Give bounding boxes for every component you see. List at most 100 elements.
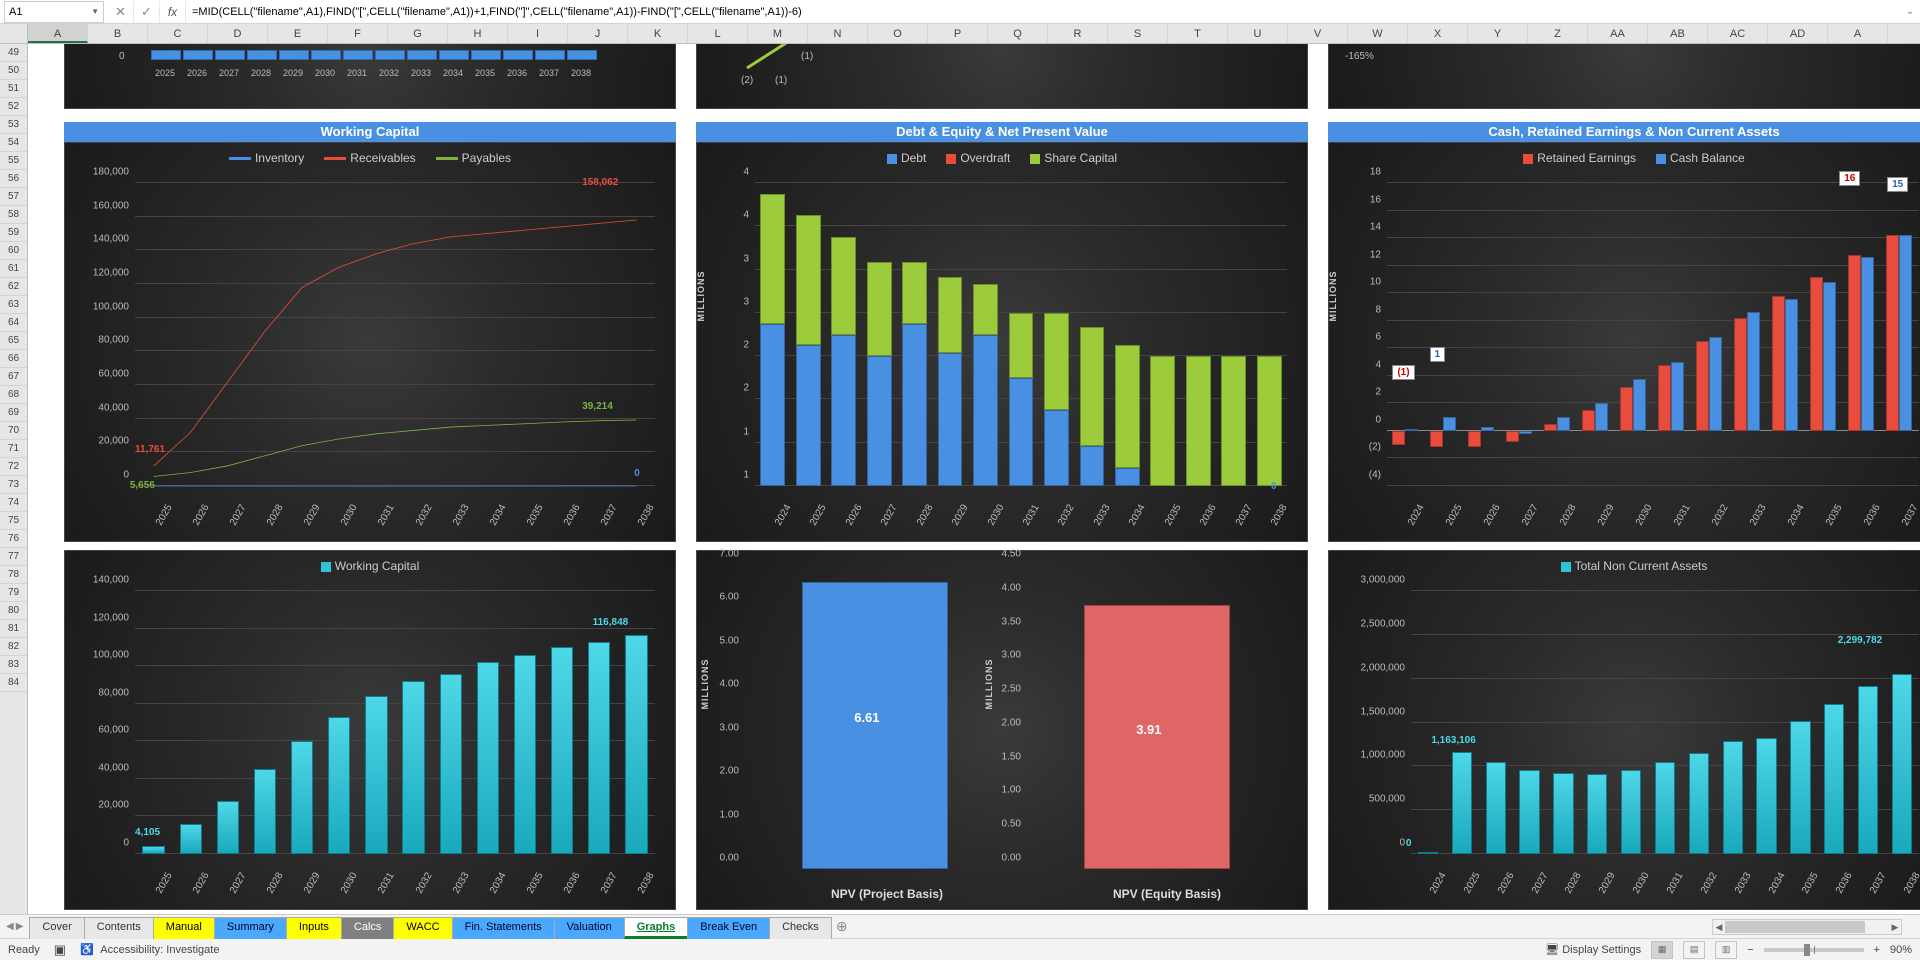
sheet-tab[interactable]: Graphs (624, 917, 689, 939)
row-header[interactable]: 77 (0, 548, 27, 566)
chart-fragment[interactable]: (2)(1)(1) (696, 44, 1308, 109)
column-header[interactable]: F (328, 24, 388, 43)
column-header[interactable]: T (1168, 24, 1228, 43)
column-header[interactable]: J (568, 24, 628, 43)
row-header[interactable]: 57 (0, 188, 27, 206)
zoom-in-button[interactable]: + (1874, 944, 1880, 956)
cancel-formula-button[interactable]: ✕ (108, 1, 134, 23)
column-header[interactable]: C (148, 24, 208, 43)
accept-formula-button[interactable]: ✓ (134, 1, 160, 23)
display-settings-button[interactable]: 🖥 Display Settings (1545, 943, 1641, 956)
normal-view-button[interactable]: ▦ (1651, 941, 1673, 959)
accessibility-status[interactable]: ♿ Accessibility: Investigate (80, 943, 219, 956)
column-header[interactable]: AD (1768, 24, 1828, 43)
scroll-left-icon[interactable]: ◀ (1713, 920, 1725, 934)
scroll-right-icon[interactable]: ▶ (1889, 920, 1901, 934)
column-header[interactable]: I (508, 24, 568, 43)
row-header[interactable]: 74 (0, 494, 27, 512)
column-header[interactable]: S (1108, 24, 1168, 43)
column-header[interactable]: G (388, 24, 448, 43)
row-header[interactable]: 53 (0, 116, 27, 134)
row-header[interactable]: 82 (0, 638, 27, 656)
sheet-tab[interactable]: Cover (29, 917, 84, 939)
zoom-level[interactable]: 90% (1890, 944, 1912, 956)
column-header[interactable]: R (1048, 24, 1108, 43)
row-header[interactable]: 80 (0, 602, 27, 620)
sheet-tab[interactable]: Fin. Statements (452, 917, 555, 939)
chart-panel[interactable]: Working Capital020,00040,00060,00080,000… (64, 550, 676, 910)
sheet-tab[interactable]: Inputs (286, 917, 342, 939)
row-header[interactable]: 51 (0, 80, 27, 98)
column-header[interactable]: A (1828, 24, 1888, 43)
row-header[interactable]: 61 (0, 260, 27, 278)
column-header[interactable]: M (748, 24, 808, 43)
scrollbar-thumb[interactable] (1725, 921, 1865, 933)
row-header[interactable]: 54 (0, 134, 27, 152)
chart-panel[interactable]: Total Non Current Assets0500,0001,000,00… (1328, 550, 1920, 910)
row-header[interactable]: 83 (0, 656, 27, 674)
insert-function-button[interactable]: fx (160, 1, 186, 23)
row-header[interactable]: 73 (0, 476, 27, 494)
column-header[interactable]: D (208, 24, 268, 43)
row-header[interactable]: 49 (0, 44, 27, 62)
row-header[interactable]: 63 (0, 296, 27, 314)
column-header[interactable]: AB (1648, 24, 1708, 43)
sheet-tab[interactable]: Valuation (554, 917, 625, 939)
tab-scroll-left-icon[interactable]: ◀ (6, 921, 14, 932)
column-header[interactable]: U (1228, 24, 1288, 43)
row-header[interactable]: 71 (0, 440, 27, 458)
column-header[interactable]: A (28, 24, 88, 43)
row-header[interactable]: 52 (0, 98, 27, 116)
page-break-view-button[interactable]: ▥ (1715, 941, 1737, 959)
column-header[interactable]: K (628, 24, 688, 43)
row-header[interactable]: 72 (0, 458, 27, 476)
row-header[interactable]: 56 (0, 170, 27, 188)
zoom-slider[interactable] (1764, 948, 1864, 952)
row-header[interactable]: 55 (0, 152, 27, 170)
chart-panel[interactable]: 0.001.002.003.004.005.006.007.006.61NPV … (696, 550, 1308, 910)
page-layout-view-button[interactable]: ▤ (1683, 941, 1705, 959)
horizontal-scrollbar[interactable]: ◀ ▶ (1712, 919, 1902, 935)
sheet-tab[interactable]: Break Even (687, 917, 770, 939)
column-header[interactable]: AC (1708, 24, 1768, 43)
row-header[interactable]: 75 (0, 512, 27, 530)
tab-scroll-right-icon[interactable]: ▶ (16, 921, 24, 932)
row-header[interactable]: 69 (0, 404, 27, 422)
row-header[interactable]: 84 (0, 674, 27, 692)
row-header[interactable]: 62 (0, 278, 27, 296)
row-header[interactable]: 59 (0, 224, 27, 242)
column-header[interactable]: W (1348, 24, 1408, 43)
zoom-out-button[interactable]: − (1747, 944, 1753, 956)
name-box[interactable]: A1 ▼ (4, 1, 104, 23)
select-all-corner[interactable] (0, 24, 28, 43)
column-header[interactable]: B (88, 24, 148, 43)
column-header[interactable]: V (1288, 24, 1348, 43)
sheet-tab[interactable]: Checks (769, 917, 832, 939)
chevron-down-icon[interactable]: ▼ (91, 7, 99, 16)
column-header[interactable]: Q (988, 24, 1048, 43)
row-header[interactable]: 65 (0, 332, 27, 350)
sheet-tab[interactable]: Summary (214, 917, 287, 939)
row-header[interactable]: 70 (0, 422, 27, 440)
row-header[interactable]: 68 (0, 386, 27, 404)
row-header[interactable]: 81 (0, 620, 27, 638)
column-header[interactable]: L (688, 24, 748, 43)
sheet-tab[interactable]: Manual (153, 917, 215, 939)
sheet-tab[interactable]: Calcs (341, 917, 395, 939)
tab-scroll-nav[interactable]: ◀ ▶ (0, 921, 29, 932)
add-sheet-button[interactable]: ⊕ (831, 918, 853, 935)
chart-fragment[interactable]: -165% (1328, 44, 1920, 109)
formula-input[interactable] (186, 1, 1900, 23)
row-header[interactable]: 50 (0, 62, 27, 80)
sheet-tab[interactable]: Contents (84, 917, 154, 939)
row-header[interactable]: 60 (0, 242, 27, 260)
row-header[interactable]: 76 (0, 530, 27, 548)
column-header[interactable]: Y (1468, 24, 1528, 43)
worksheet-canvas[interactable]: 0202520262027202820292030203120322033203… (28, 44, 1920, 914)
column-header[interactable]: AA (1588, 24, 1648, 43)
column-header[interactable]: N (808, 24, 868, 43)
sheet-tab[interactable]: WACC (393, 917, 452, 939)
chart-panel[interactable]: Retained EarningsCash BalanceMILLIONS(4)… (1328, 142, 1920, 542)
row-header[interactable]: 64 (0, 314, 27, 332)
column-header[interactable]: Z (1528, 24, 1588, 43)
